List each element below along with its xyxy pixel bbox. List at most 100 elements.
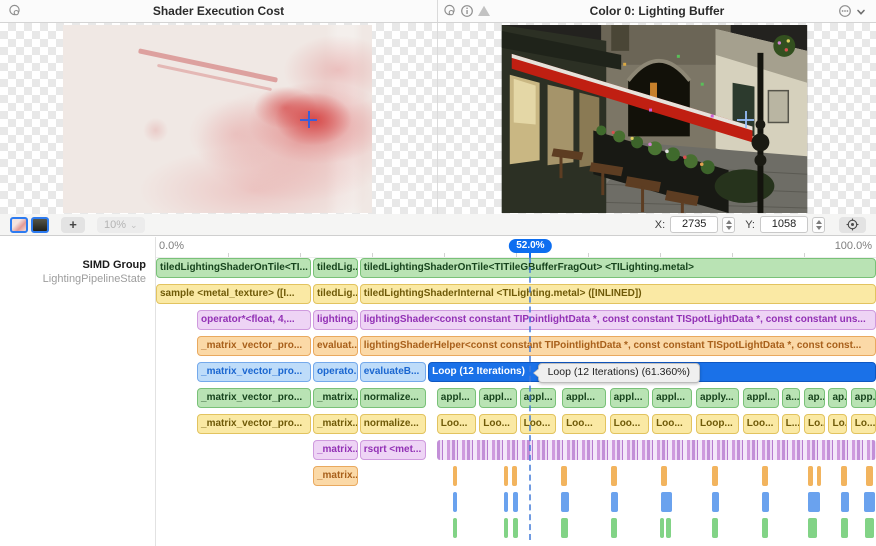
flame-segment[interactable]: appl... — [520, 388, 556, 408]
flame-mini-bar[interactable] — [762, 518, 768, 538]
flame-segment[interactable]: Loo... — [479, 414, 516, 434]
flame-mini-bar[interactable] — [660, 518, 664, 538]
y-coordinate-stepper[interactable] — [812, 217, 825, 233]
flame-segment[interactable]: _matrix... — [313, 440, 358, 460]
flame-segment[interactable]: Loo... — [437, 414, 477, 434]
flame-segment[interactable]: appl... — [743, 388, 779, 408]
flame-mini-bar[interactable] — [453, 466, 457, 486]
flame-segment[interactable]: normalize... — [360, 388, 426, 408]
flame-segment[interactable]: Loo... — [562, 414, 606, 434]
flame-segment[interactable]: appl... — [437, 388, 477, 408]
pixel-inspector-icon[interactable] — [8, 4, 22, 18]
flame-segment[interactable]: Loop... — [696, 414, 739, 434]
add-attachment-button[interactable]: + — [61, 217, 85, 233]
flame-segment[interactable]: Loo... — [520, 414, 556, 434]
flame-segment[interactable]: a... — [782, 388, 801, 408]
flame-segment[interactable]: lightingShader<const constant TIPointlig… — [360, 310, 876, 330]
flame-mini-bar[interactable] — [817, 466, 821, 486]
x-coordinate-field[interactable]: 2735 — [670, 216, 718, 233]
flame-mini-bar[interactable] — [661, 492, 671, 512]
zoom-level-dropdown[interactable]: 10% ⌄ — [97, 217, 145, 233]
flame-mini-bar[interactable] — [453, 518, 457, 538]
flame-segment[interactable]: _matrix... — [313, 414, 358, 434]
flame-mini-bar[interactable] — [864, 492, 875, 512]
flame-segment[interactable]: appl... — [610, 388, 650, 408]
flame-mini-bar[interactable] — [611, 492, 618, 512]
flame-mini-bar[interactable] — [513, 518, 518, 538]
pixel-inspector-icon[interactable] — [443, 4, 457, 18]
flame-segment[interactable]: evaluateB... — [360, 362, 426, 382]
flame-segment[interactable]: _matrix_vector_pro... — [197, 362, 311, 382]
flame-segment[interactable]: Loo... — [610, 414, 650, 434]
chevron-down-icon[interactable] — [854, 5, 868, 19]
flame-segment[interactable]: tiledLig... — [313, 284, 358, 304]
y-coordinate-field[interactable]: 1058 — [760, 216, 808, 233]
flame-mini-bar[interactable] — [866, 466, 873, 486]
flame-segment[interactable]: Lo... — [828, 414, 847, 434]
flame-mini-bar[interactable] — [661, 466, 667, 486]
flame-segment[interactable]: _matrix_vector_pro... — [197, 388, 311, 408]
flame-segment[interactable]: tiledLightingShaderOnTile<TITileGBufferF… — [360, 258, 876, 278]
flame-segment[interactable]: app... — [851, 388, 876, 408]
flame-mini-bar[interactable] — [611, 466, 617, 486]
flame-mini-bar[interactable] — [504, 492, 508, 512]
flame-mini-bar[interactable] — [762, 492, 769, 512]
flame-segment[interactable]: Loo... — [652, 414, 692, 434]
flame-dense-strip[interactable] — [437, 440, 876, 460]
flame-segment[interactable]: Lo... — [804, 414, 825, 434]
flame-mini-bar[interactable] — [841, 466, 847, 486]
flame-mini-bar[interactable] — [712, 492, 719, 512]
heatmap-thumbnail-button[interactable] — [10, 217, 28, 233]
flame-segment[interactable]: appl... — [479, 388, 516, 408]
flame-mini-bar[interactable] — [666, 518, 670, 538]
flame-mini-bar[interactable] — [712, 466, 718, 486]
flame-segment[interactable]: tiledLightingShaderInternal <TILighting.… — [360, 284, 876, 304]
timeline-ruler[interactable]: 0.0% 52.0% 100.0% — [156, 237, 876, 258]
flame-mini-bar[interactable] — [512, 466, 516, 486]
flame-segment[interactable]: tiledLightingShaderOnTile<TI... — [156, 258, 311, 278]
flame-segment[interactable]: operator*<float, 4,... — [197, 310, 311, 330]
flame-segment[interactable]: normalize... — [360, 414, 426, 434]
lighting-buffer-image[interactable] — [501, 25, 808, 213]
x-coordinate-stepper[interactable] — [722, 217, 735, 233]
flame-segment[interactable]: Lo... — [851, 414, 876, 434]
flame-segment[interactable]: Loo... — [743, 414, 779, 434]
flame-segment[interactable]: _matrix... — [313, 466, 358, 486]
flame-segment[interactable]: appl... — [562, 388, 606, 408]
flame-mini-bar[interactable] — [504, 518, 508, 538]
flame-segment[interactable]: ap... — [828, 388, 847, 408]
flame-segment[interactable]: _matrix_vector_pro... — [197, 336, 311, 356]
flame-mini-bar[interactable] — [561, 518, 567, 538]
flame-mini-bar[interactable] — [808, 518, 817, 538]
flame-segment[interactable]: L... — [782, 414, 801, 434]
cursor-line[interactable] — [529, 257, 531, 540]
flame-segment[interactable]: sample <metal_texture> ([I... — [156, 284, 311, 304]
flame-mini-bar[interactable] — [841, 492, 848, 512]
flame-segment[interactable]: operato... — [313, 362, 358, 382]
flame-mini-bar[interactable] — [561, 492, 568, 512]
flame-mini-bar[interactable] — [808, 466, 812, 486]
flame-mini-bar[interactable] — [561, 466, 567, 486]
flame-mini-bar[interactable] — [513, 492, 518, 512]
flame-segment[interactable]: appl... — [652, 388, 692, 408]
info-icon[interactable] — [460, 4, 474, 18]
flame-segment[interactable]: _matrix... — [313, 388, 358, 408]
cursor-percent-badge[interactable]: 52.0% — [509, 239, 551, 253]
flame-mini-bar[interactable] — [504, 466, 508, 486]
warning-icon[interactable] — [477, 4, 491, 18]
flame-mini-bar[interactable] — [841, 518, 847, 538]
flame-segment[interactable]: evaluat... — [313, 336, 358, 356]
pixel-target-button[interactable] — [839, 217, 866, 233]
flame-mini-bar[interactable] — [762, 466, 768, 486]
flame-segment[interactable]: rsqrt <met... — [360, 440, 426, 460]
flame-mini-bar[interactable] — [865, 518, 874, 538]
flame-mini-bar[interactable] — [611, 518, 617, 538]
flame-segment[interactable]: lighting... — [313, 310, 358, 330]
flame-segment[interactable]: tiledLig... — [313, 258, 358, 278]
flame-segment[interactable]: _matrix_vector_pro... — [197, 414, 311, 434]
flame-segment[interactable]: lightingShaderHelper<const constant TIPo… — [360, 336, 876, 356]
more-options-icon[interactable] — [838, 4, 852, 18]
execution-cost-heatmap-image[interactable] — [63, 25, 372, 213]
flame-mini-bar[interactable] — [712, 518, 718, 538]
flame-segment[interactable]: ap... — [804, 388, 825, 408]
